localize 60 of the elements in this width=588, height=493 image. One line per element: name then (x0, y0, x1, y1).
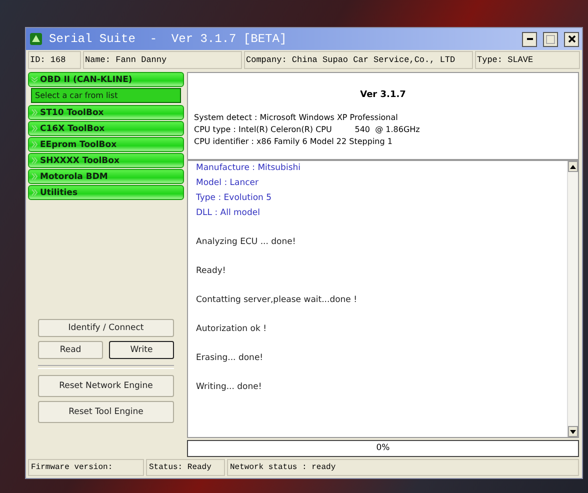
log-line: Model : Lancer (196, 177, 260, 190)
log-line: Analyzing ECU ... done! (196, 236, 297, 249)
chevron-right-icon (31, 173, 38, 180)
category-header[interactable]: ST10 ToolBox (28, 105, 184, 120)
version-heading: Ver 3.1.7 (359, 90, 407, 100)
action-button[interactable]: Reset Tool Engine (38, 401, 174, 423)
minimize-button[interactable] (522, 32, 537, 46)
chevron-right-icon (31, 125, 38, 132)
chevron-right-icon (31, 141, 38, 148)
category-label: Motorola BDM (40, 172, 108, 182)
log-line: Erasing... done! (196, 352, 264, 365)
app-icon (29, 32, 43, 46)
category-header[interactable]: OBD II (CAN-KLINE) (28, 72, 184, 87)
action-button[interactable]: Identify / Connect (38, 319, 174, 337)
chevron-right-icon (31, 109, 38, 116)
log-line: Autorization ok ! (196, 323, 268, 336)
info-field: Company: China Supao Car Service,Co., LTD (244, 51, 473, 69)
category-header[interactable]: EEprom ToolBox (28, 137, 184, 152)
chevron-right-icon (31, 157, 38, 164)
action-button[interactable]: Write (109, 341, 174, 359)
system-info-line: System detect : Microsoft Windows XP Professional (194, 112, 399, 124)
minimize-icon (526, 38, 532, 40)
list-item[interactable]: Select a car from list (31, 88, 181, 103)
info-field: Name: Fann Danny (83, 51, 242, 69)
category-label: EEprom ToolBox (40, 140, 117, 150)
maximize-icon (546, 34, 555, 44)
category-label: ST10 ToolBox (40, 108, 104, 118)
category-header[interactable]: Motorola BDM (28, 169, 184, 184)
log-line: Manufacture : Mitsubishi (196, 162, 302, 175)
system-info-line: CPU type : Intel(R) Celeron(R) CPU 540 @ 1.86GHz (194, 124, 421, 136)
log-line: Ready! (196, 265, 227, 278)
status-field: Network status : ready (227, 459, 579, 476)
progress-reading: 0% (375, 442, 391, 455)
window-title: Serial Suite - Ver 3.1.7 [BETA] (49, 32, 288, 46)
scroll-up-icon[interactable] (568, 161, 578, 172)
category-header[interactable]: Utilities (28, 185, 184, 200)
log-line: Writing... done! (196, 381, 263, 394)
action-button[interactable]: Reset Network Engine (38, 375, 174, 397)
log-line: Type : Evolution 5 (196, 192, 273, 205)
chevron-right-icon (31, 189, 38, 196)
chevron-down-icon (31, 76, 38, 83)
category-label: OBD II (CAN-KLINE) (40, 74, 132, 84)
action-button[interactable]: Read (38, 341, 103, 359)
category-header[interactable]: SHXXXX ToolBox (28, 153, 184, 168)
category-header[interactable]: C16X ToolBox (28, 121, 184, 136)
close-icon (568, 35, 576, 43)
category-label: SHXXXX ToolBox (40, 156, 120, 166)
status-field: Firmware version: (28, 459, 144, 476)
info-field: Type: SLAVE (475, 51, 580, 69)
info-field: ID: 168 (28, 51, 81, 69)
log-line: Contatting server,please wait...done ! (196, 294, 358, 307)
scroll-down-icon[interactable] (568, 426, 578, 437)
log-line: DLL : All model (196, 207, 261, 220)
category-label: Utilities (40, 188, 78, 198)
category-label: C16X ToolBox (40, 124, 105, 134)
status-field: Status: Ready (146, 459, 225, 476)
system-info-line: CPU identifier : x86 Family 6 Model 22 Stepping 1 (194, 136, 394, 148)
close-button[interactable] (564, 32, 579, 46)
maximize-button[interactable] (543, 32, 558, 46)
scrollbar[interactable] (567, 161, 578, 437)
